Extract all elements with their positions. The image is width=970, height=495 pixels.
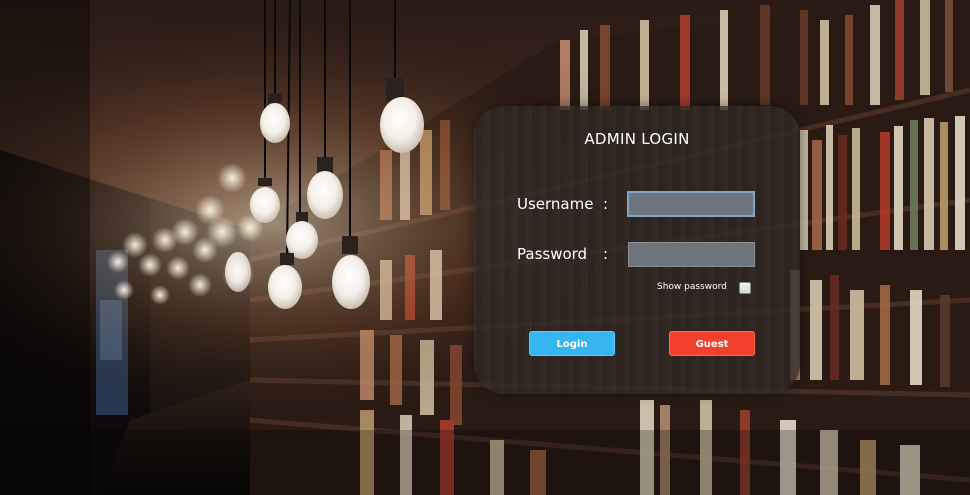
- login-panel: ADMIN LOGIN Username : Password : Show p…: [474, 106, 800, 394]
- username-input[interactable]: [627, 191, 755, 217]
- login-button[interactable]: Login: [529, 331, 615, 356]
- username-label: Username: [517, 195, 594, 213]
- password-label: Password: [517, 245, 588, 263]
- password-input[interactable]: [628, 242, 755, 267]
- guest-button[interactable]: Guest: [669, 331, 755, 356]
- show-password-checkbox[interactable]: [739, 282, 751, 294]
- show-password-label: Show password: [657, 282, 727, 292]
- login-title: ADMIN LOGIN: [584, 130, 690, 148]
- password-separator: :: [603, 245, 609, 263]
- username-separator: :: [603, 195, 609, 213]
